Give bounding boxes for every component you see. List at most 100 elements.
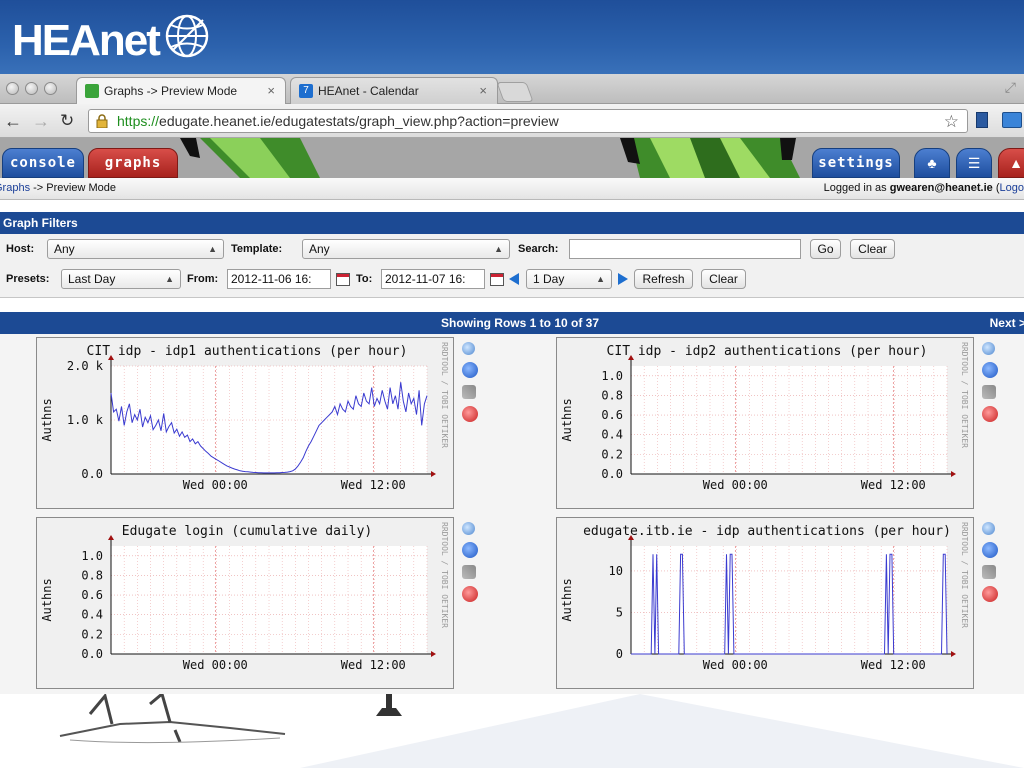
calendar-icon[interactable] <box>490 273 504 286</box>
next-page-link[interactable]: Next > <box>990 312 1024 334</box>
shift-right-arrow-icon[interactable] <box>618 273 628 285</box>
graph-actions <box>462 522 480 609</box>
wrench-icon[interactable] <box>462 385 476 399</box>
timespan-icon[interactable] <box>982 542 998 558</box>
graph-cell: 0.0 0.2 0.4 0.6 0.8 1.0 Wed 00:00 Wed 12:00 Edug… <box>0 514 490 694</box>
clear-search-button[interactable]: Clear <box>850 239 895 259</box>
x-axis-arrow <box>431 651 436 657</box>
chart-svg: 0.0 0.2 0.4 0.6 0.8 1.0 Wed 00:00 Wed 12:00 Edug… <box>40 522 449 672</box>
search-input[interactable] <box>569 239 801 259</box>
graph-image[interactable]: 0.0 0.2 0.4 0.6 0.8 1.0 Wed 00:00 Wed 12:00 Edug… <box>36 517 454 689</box>
zoom-icon[interactable] <box>462 342 475 355</box>
extension-icon[interactable] <box>976 112 988 128</box>
wrench-icon[interactable] <box>982 565 996 579</box>
minimize-window-button[interactable] <box>25 82 38 95</box>
login-user: gwearen@heanet.ie <box>889 182 993 194</box>
zoom-icon[interactable] <box>982 522 995 535</box>
preview-view-button[interactable]: ▲ <box>998 148 1024 178</box>
new-tab-button[interactable] <box>496 82 534 102</box>
timespan-value: 1 Day <box>533 272 565 286</box>
y-axis-label: Authns <box>40 578 54 621</box>
y-tick-label: 0.8 <box>601 388 623 402</box>
x-tick-label: Wed 00:00 <box>183 478 248 492</box>
wrench-icon[interactable] <box>982 385 996 399</box>
csv-export-icon[interactable] <box>462 586 478 602</box>
tab-heanet-calendar[interactable]: 7 HEAnet - Calendar × <box>290 77 498 104</box>
go-button[interactable]: Go <box>810 239 841 259</box>
tab-graphs-preview[interactable]: Graphs -> Preview Mode × <box>76 77 286 104</box>
csv-export-icon[interactable] <box>982 406 998 422</box>
refresh-button[interactable]: Refresh <box>634 269 693 289</box>
y-axis-arrow <box>108 535 114 540</box>
pagination-bar: Showing Rows 1 to 10 of 37 Next > <box>0 312 1024 334</box>
extension-window-icon[interactable] <box>1002 112 1022 128</box>
forward-button[interactable]: → <box>32 111 50 131</box>
to-date-input[interactable]: 2012-11-07 16: <box>381 269 485 289</box>
timespan-select[interactable]: 1 Day ▲ <box>526 269 612 289</box>
tab-settings[interactable]: settings <box>812 148 900 178</box>
chart-title: CIT idp - idp1 authentications (per hour… <box>87 344 408 359</box>
browser-window: Graphs -> Preview Mode × 7 HEAnet - Cale… <box>0 74 1024 694</box>
login-status: Logged in as gwearen@heanet.ie (Logo <box>824 178 1024 199</box>
timespan-icon[interactable] <box>462 542 478 558</box>
csv-export-icon[interactable] <box>982 586 998 602</box>
tab-close-icon[interactable]: × <box>267 83 275 98</box>
clear-dates-button[interactable]: Clear <box>701 269 746 289</box>
template-select[interactable]: Any ▲ <box>302 239 510 259</box>
filter-row-1: Host: Any ▲ Template: Any ▲ Search: Go Cle… <box>0 238 1024 262</box>
graph-image[interactable]: 0 5 10 Wed 00:00 Wed 12:00 edugate.itb.ie - i… <box>556 517 974 689</box>
select-arrows-icon: ▲ <box>494 244 503 254</box>
y-tick-label: 0.4 <box>81 608 103 622</box>
y-axis-label: Authns <box>40 398 54 441</box>
breadcrumb-bar: Graphs -> Preview Mode Logged in as gwea… <box>0 178 1024 200</box>
fullscreen-icon[interactable]: ⤢ <box>1005 79 1016 96</box>
list-icon: ☰ <box>967 154 981 171</box>
x-tick-label: Wed 12:00 <box>861 478 926 492</box>
zoom-icon[interactable] <box>982 342 995 355</box>
timespan-icon[interactable] <box>462 362 478 378</box>
y-tick-label: 0.6 <box>601 408 623 422</box>
graph-image[interactable]: 0.0 1.0 k 2.0 k Wed 00:00 Wed 12:00 CIT idp -… <box>36 337 454 509</box>
wrench-icon[interactable] <box>462 565 476 579</box>
cacti-favicon-icon <box>85 84 99 98</box>
chart-title: edugate.itb.ie - idp authentications (pe… <box>583 524 951 539</box>
y-tick-label: 1.0 k <box>67 413 104 427</box>
address-bar[interactable]: https://edugate.heanet.ie/edugatestats/g… <box>88 109 968 133</box>
tab-console-label: console <box>9 155 76 171</box>
calendar-icon[interactable] <box>336 273 350 286</box>
filter-row-2: Presets: Last Day ▲ From: 2012-11-06 16: … <box>0 268 1024 292</box>
chart-svg: 0.0 1.0 k 2.0 k Wed 00:00 Wed 12:00 CIT idp -… <box>40 342 449 492</box>
back-button[interactable]: ← <box>4 111 22 131</box>
template-label: Template: <box>231 243 283 255</box>
url-text: edugate.heanet.ie/edugatestats/graph_vie… <box>159 113 559 129</box>
presets-value: Last Day <box>68 272 116 286</box>
from-date-input[interactable]: 2012-11-06 16: <box>227 269 331 289</box>
graph-image[interactable]: 0.0 0.2 0.4 0.6 0.8 1.0 Wed 00:00 Wed 12:00 CIT … <box>556 337 974 509</box>
presets-select[interactable]: Last Day ▲ <box>61 269 181 289</box>
url-scheme: https:// <box>117 113 160 129</box>
csv-export-icon[interactable] <box>462 406 478 422</box>
x-tick-label: Wed 12:00 <box>341 478 406 492</box>
zoom-icon[interactable] <box>462 522 475 535</box>
close-window-button[interactable] <box>6 82 19 95</box>
reload-button[interactable]: ↻ <box>60 111 74 131</box>
host-select[interactable]: Any ▲ <box>47 239 224 259</box>
shift-left-arrow-icon[interactable] <box>509 273 519 285</box>
tree-view-button[interactable]: ♣ <box>914 148 950 178</box>
tab-close-icon[interactable]: × <box>479 83 487 98</box>
select-arrows-icon: ▲ <box>208 244 217 254</box>
tab-console[interactable]: console <box>2 148 84 178</box>
list-view-button[interactable]: ☰ <box>956 148 992 178</box>
presets-label: Presets: <box>6 273 50 285</box>
bookmark-star-icon[interactable]: ☆ <box>944 112 959 132</box>
y-tick-label: 1.0 <box>601 369 623 383</box>
tab-graphs[interactable]: graphs <box>88 148 178 178</box>
timespan-icon[interactable] <box>982 362 998 378</box>
breadcrumb-graphs-link[interactable]: Graphs <box>0 182 30 194</box>
slide: HEAnet Graphs -> Preview Mode × 7 HEAnet… <box>0 0 1024 768</box>
y-tick-label: 0 <box>616 647 623 661</box>
browser-toolbar: ← → ↻ https://edugate.heanet.ie/edugates… <box>0 104 1024 138</box>
zoom-window-button[interactable] <box>44 82 57 95</box>
graph-actions <box>982 522 1000 609</box>
logout-link[interactable]: Logo <box>1000 182 1024 194</box>
